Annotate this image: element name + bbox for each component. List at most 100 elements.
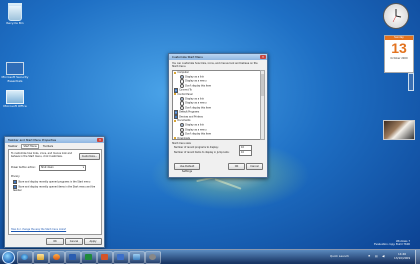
taskbar-properties-window[interactable]: Taskbar and Start Menu Properties ✕ Task… [4, 136, 105, 248]
taskbar-button-settings[interactable] [145, 251, 161, 264]
settings-icon [149, 254, 156, 260]
tree-item-label: Display as a link [185, 123, 204, 127]
taskbar-button-powerpoint[interactable] [97, 251, 113, 264]
security-icon [6, 62, 24, 75]
calendar-gadget[interactable]: Sunday 13 October 2009 [384, 35, 414, 73]
customize-description: You can customize how links, icons, and … [172, 62, 258, 68]
privacy-item[interactable]: Store and display recently opened progra… [13, 180, 97, 185]
window-titlebar[interactable]: Taskbar and Start Menu Properties ✕ [5, 137, 104, 143]
show-desktop-button[interactable] [415, 250, 420, 264]
volume-icon[interactable]: ◀) [382, 254, 385, 258]
tree-item-label: Display as a menu [185, 128, 207, 132]
tree-item-label: Connect To [179, 89, 192, 92]
jump-list-value: 10 [241, 151, 244, 154]
desktop-icon-security[interactable]: Microsoft Security Essentials [0, 62, 30, 83]
chevron-down-icon: ▾ [82, 166, 84, 169]
options-tree[interactable]: Computer Display as a link Display as a me… [172, 70, 263, 140]
close-button[interactable]: ✕ [260, 55, 266, 59]
tray-date: 13/10/2009 [394, 256, 411, 260]
close-button[interactable]: ✕ [97, 138, 103, 142]
taskbar-button-ie[interactable] [17, 251, 33, 264]
scrollbar-thumb[interactable] [261, 74, 264, 96]
network-icon[interactable]: ▤ [375, 254, 378, 258]
powerpoint-icon [101, 254, 108, 260]
clock-gadget[interactable] [383, 3, 409, 29]
recent-programs-label: Number of recent programs to display: [174, 146, 219, 149]
use-default-settings-button[interactable]: Use Default Settings [174, 163, 200, 173]
help-link[interactable]: How do I change the way the Start menu l… [11, 228, 66, 231]
recent-programs-value: 10 [241, 146, 244, 149]
tab-taskbar[interactable]: Taskbar [8, 145, 18, 148]
power-value: Shut down [41, 166, 54, 169]
tree-item-label: Don't display this item [185, 106, 212, 110]
system-tray: Quick Launch ⚑ ▤ ◀) 14:46 13/10/2009 [330, 250, 420, 264]
tree-item-label: Don't display this item [185, 132, 212, 136]
desktop-icon-office[interactable]: Microsoft Office [0, 90, 30, 109]
tree-item-label: Display as a link [185, 97, 204, 101]
power-select[interactable]: Shut down ▾ [39, 165, 86, 171]
apply-button[interactable]: Apply [84, 238, 102, 245]
flag-icon[interactable]: ⚑ [368, 254, 371, 258]
tray-clock[interactable]: 14:46 13/10/2009 [394, 252, 410, 260]
window-title: Customize Start Menu [172, 55, 203, 59]
evaluation-watermark: Windows 7 Evaluation copy. Build 7600 [374, 240, 410, 246]
gadget-controls[interactable] [408, 73, 414, 91]
start-button[interactable] [2, 251, 15, 264]
tree-item-label: Devices and Printers [179, 115, 203, 119]
taskbar-button-explorer[interactable] [33, 251, 49, 264]
window-titlebar[interactable]: Customize Start Menu ✕ [169, 54, 267, 60]
excel-icon [85, 254, 92, 260]
tree-item-label: Display as a menu [185, 101, 207, 105]
size-title: Start menu size [172, 142, 191, 145]
clock-hands-icon [392, 9, 402, 23]
taskbar: Quick Launch ⚑ ▤ ◀) 14:46 13/10/2009 [0, 249, 420, 264]
media-player-icon [53, 254, 60, 260]
tree-item-label: Default Programs [179, 110, 200, 114]
radio-icon [180, 101, 185, 106]
tree-item-label: Display as a link [185, 75, 204, 79]
tab-panel: To customize how links, icons, and menus… [8, 149, 102, 235]
desktop-icon-label: Recycle Bin [6, 21, 24, 25]
tree-item-label: Display as a menu [185, 80, 207, 83]
internet-explorer-icon [21, 254, 28, 260]
taskbar-button-excel[interactable] [81, 251, 97, 264]
jump-list-label: Number of recent items to display in Jum… [174, 151, 230, 154]
customize-button[interactable]: Customize... [79, 153, 100, 160]
calendar-date: 13 [391, 40, 407, 56]
checkbox-checked-icon [13, 180, 18, 185]
calendar-month: October 2009 [390, 57, 408, 60]
tree-item-label: Computer [177, 71, 189, 74]
radio-icon [180, 79, 185, 84]
privacy-title: Privacy [11, 175, 20, 178]
customize-start-menu-window[interactable]: Customize Start Menu ✕ You can customize… [168, 53, 268, 178]
tab-toolbars[interactable]: Toolbars [43, 145, 53, 148]
power-label: Power button action: [11, 166, 36, 169]
outlook-icon [117, 254, 124, 260]
slideshow-gadget[interactable] [383, 120, 415, 140]
desktop-icon-label: Microsoft Office [3, 104, 27, 108]
privacy-item-label: Store and display recently opened items … [13, 185, 96, 193]
tree-item-label: Documents [177, 119, 191, 123]
folder-icon [37, 254, 44, 260]
tray-toolbar-label[interactable]: Quick Launch [330, 254, 349, 258]
cancel-button[interactable]: Cancel [246, 163, 263, 170]
ok-button[interactable]: OK [46, 238, 64, 245]
desktop-icon-label: Microsoft Security Essentials [1, 75, 29, 83]
radio-selected-icon [180, 123, 185, 128]
cancel-button[interactable]: Cancel [65, 238, 83, 245]
tree-scrollbar[interactable] [260, 70, 265, 140]
taskbar-button-control-panel[interactable] [129, 251, 145, 264]
ok-button[interactable]: OK [228, 163, 245, 170]
desktop-icon-recycle-bin[interactable]: Recycle Bin [0, 3, 30, 26]
watermark-line2: Evaluation copy. Build 7600 [374, 243, 410, 246]
tree-item-label: Don't display this item [185, 84, 212, 88]
privacy-item[interactable]: Store and display recently opened items … [13, 185, 97, 192]
tree-item-label: Downloads [177, 136, 191, 140]
control-panel-icon [133, 254, 140, 260]
taskbar-button-media[interactable] [49, 251, 65, 264]
taskbar-button-outlook[interactable] [113, 251, 129, 264]
jump-list-spinner[interactable]: 10 [239, 150, 252, 156]
taskbar-button-word[interactable] [65, 251, 81, 264]
window-title: Taskbar and Start Menu Properties [8, 138, 57, 142]
tree-item: Downloads [174, 136, 262, 140]
